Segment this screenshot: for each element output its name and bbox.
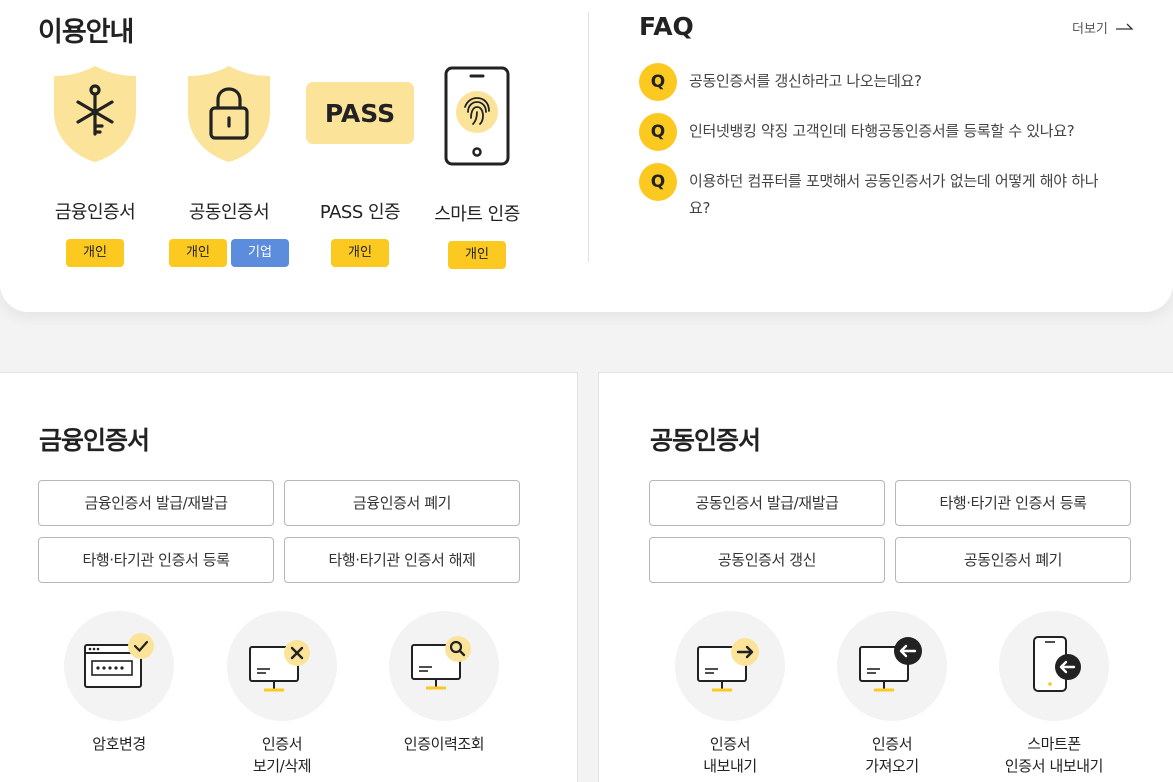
financial-register-other-button[interactable]: 타행·타기관 인증서 등록 [38, 537, 274, 583]
shield-lock-icon [169, 60, 289, 166]
change-password-action[interactable]: 암호변경 [54, 611, 184, 755]
monitor-password-check-icon [64, 611, 174, 721]
action-label: 인증이력조회 [403, 735, 485, 753]
cert-pass[interactable]: PASS PASS 인증 개인 [300, 60, 420, 267]
section-divider [588, 12, 589, 262]
q-badge: Q [639, 113, 677, 151]
cert-joint[interactable]: 공동인증서 개인 기업 [169, 60, 289, 267]
import-cert-action[interactable]: 인증서 가져오기 [827, 611, 957, 777]
view-delete-cert-action[interactable]: 인증서 보기/삭제 [217, 611, 347, 777]
cert-financial[interactable]: 금융인증서 개인 [35, 60, 155, 267]
joint-renew-button[interactable]: 공동인증서 갱신 [649, 537, 885, 583]
monitor-search-icon [389, 611, 499, 721]
badge-personal[interactable]: 개인 [331, 239, 389, 267]
cert-name: 공동인증서 [188, 202, 270, 223]
action-label: 인증서 보기/삭제 [252, 735, 312, 775]
q-badge: Q [639, 163, 677, 201]
usage-guide-title: 이용안내 [38, 17, 134, 48]
q-badge: Q [639, 63, 677, 101]
faq-item[interactable]: Q 공동인증서를 갱신하라고 나오는데요? [639, 63, 1119, 101]
arrow-right-icon [1115, 20, 1134, 35]
badge-personal[interactable]: 개인 [448, 241, 506, 269]
joint-cert-panel: 공동인증서 공동인증서 발급/재발급 타행·타기관 인증서 등록 공동인증서 갱… [598, 372, 1173, 782]
joint-revoke-button[interactable]: 공동인증서 폐기 [895, 537, 1131, 583]
phone-fingerprint-icon [417, 64, 537, 168]
badge-business[interactable]: 기업 [231, 239, 289, 267]
financial-revoke-button[interactable]: 금융인증서 폐기 [284, 480, 520, 526]
cert-smart[interactable]: 스마트 인증 개인 [417, 60, 537, 269]
faq-title: FAQ [639, 12, 694, 41]
faq-question[interactable]: 인터넷뱅킹 약징 고객인데 타행공동인증서를 등록할 수 있나요? [689, 113, 1119, 145]
phone-export-icon [999, 611, 1109, 721]
svg-text:PASS: PASS [325, 99, 395, 128]
faq-item[interactable]: Q 인터넷뱅킹 약징 고객인데 타행공동인증서를 등록할 수 있나요? [639, 113, 1119, 151]
badge-personal[interactable]: 개인 [169, 239, 227, 267]
action-label: 인증서 내보내기 [703, 735, 757, 775]
action-label: 암호변경 [92, 735, 146, 753]
cert-name: PASS 인증 [319, 202, 401, 223]
action-label: 스마트폰 인증서 내보내기 [1004, 735, 1104, 775]
financial-issue-button[interactable]: 금융인증서 발급/재발급 [38, 480, 274, 526]
smartphone-export-action[interactable]: 스마트폰 인증서 내보내기 [989, 611, 1119, 777]
cert-name: 스마트 인증 [434, 204, 520, 225]
financial-unregister-other-button[interactable]: 타행·타기관 인증서 해제 [284, 537, 520, 583]
faq-question[interactable]: 공동인증서를 갱신하라고 나오는데요? [689, 63, 1119, 95]
faq-more-label: 더보기 [1072, 22, 1108, 37]
joint-register-other-button[interactable]: 타행·타기관 인증서 등록 [895, 480, 1131, 526]
badge-personal[interactable]: 개인 [66, 239, 124, 267]
monitor-delete-icon [227, 611, 337, 721]
usage-guide-card: 이용안내 금융인증서 개인 공동인증서 개인 기업 PASS PASS 인증 개… [0, 0, 1173, 312]
export-cert-action[interactable]: 인증서 내보내기 [665, 611, 795, 777]
auth-history-action[interactable]: 인증이력조회 [379, 611, 509, 755]
action-label: 인증서 가져오기 [865, 735, 919, 775]
faq-more-link[interactable]: 더보기 [1072, 18, 1134, 37]
panel-title: 금융인증서 [39, 426, 150, 455]
cert-name: 금융인증서 [54, 202, 136, 223]
faq-question[interactable]: 이용하던 컴퓨터를 포맷해서 공동인증서가 없는데 어떻게 해야 하나요? [689, 163, 1109, 222]
shield-key-icon [35, 60, 155, 166]
monitor-export-icon [675, 611, 785, 721]
joint-issue-button[interactable]: 공동인증서 발급/재발급 [649, 480, 885, 526]
monitor-import-icon [837, 611, 947, 721]
pass-logo-icon: PASS [300, 60, 420, 166]
faq-item[interactable]: Q 이용하던 컴퓨터를 포맷해서 공동인증서가 없는데 어떻게 해야 하나요? [639, 163, 1109, 222]
panel-title: 공동인증서 [650, 426, 761, 455]
financial-cert-panel: 금융인증서 금융인증서 발급/재발급 금융인증서 폐기 타행·타기관 인증서 등… [0, 372, 578, 782]
